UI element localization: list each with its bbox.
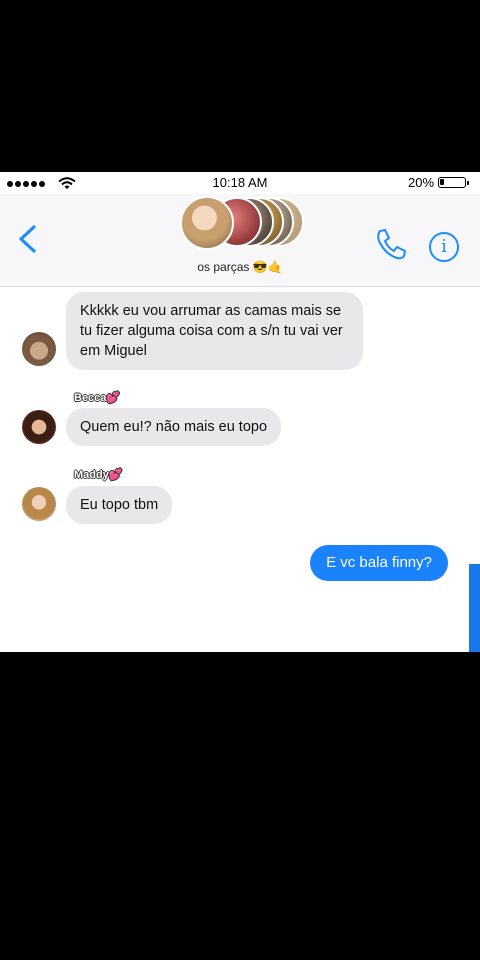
message-bubble: Quem eu!? não mais eu topo [66, 408, 282, 446]
chat-header: os parças 😎🤙 i [0, 194, 480, 287]
scroll-indicator[interactable] [469, 564, 480, 652]
group-avatar [180, 196, 234, 250]
info-icon[interactable]: i [429, 232, 459, 262]
sender-name: Maddy💕 [74, 469, 123, 481]
avatar [22, 487, 56, 521]
chat-screen: 10:18 AM 20% os parças 😎🤙 i Kkkkk eu vou… [0, 172, 480, 652]
battery-level [440, 179, 445, 185]
chevron-left-icon[interactable] [16, 224, 38, 254]
sender-name: Becca💕 [74, 392, 121, 404]
group-avatar-stack[interactable] [180, 196, 310, 253]
message-bubble: Eu topo tbm [66, 486, 173, 524]
battery-percentage: 20% [408, 175, 435, 190]
phone-icon[interactable] [374, 227, 408, 261]
message-bubble-outgoing: E vc bala finny? [310, 545, 448, 581]
avatar [22, 332, 56, 366]
avatar [22, 410, 56, 444]
status-bar: 10:18 AM 20% [0, 172, 480, 194]
message-bubble: Kkkkk eu vou arrumar as camas mais se tu… [66, 292, 363, 370]
battery-icon [438, 177, 469, 188]
group-name[interactable]: os parças 😎🤙 [0, 260, 480, 274]
